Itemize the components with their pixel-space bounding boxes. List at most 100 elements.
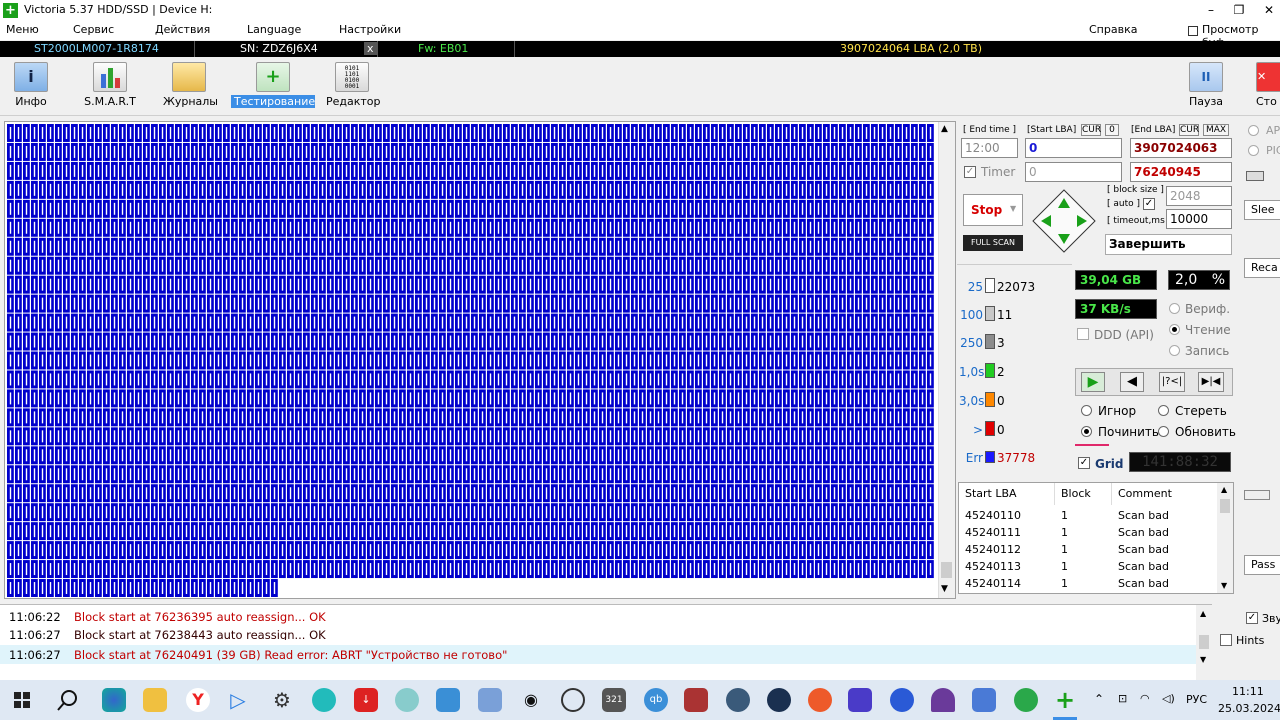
scan-block-error-mark bbox=[521, 221, 524, 234]
scan-block-error-mark bbox=[161, 525, 164, 538]
scan-block-error-mark bbox=[145, 468, 148, 481]
menu-main[interactable]: Меню bbox=[6, 23, 39, 36]
scan-block-error-mark bbox=[545, 487, 548, 500]
menu-help[interactable]: Справка bbox=[1089, 23, 1137, 36]
scan-block-error-mark bbox=[689, 297, 692, 310]
scan-block-error-mark bbox=[777, 127, 780, 139]
scan-block-error-mark bbox=[97, 259, 100, 272]
scan-block-error-mark bbox=[321, 354, 324, 367]
logs-button[interactable]: Журналы bbox=[163, 62, 218, 108]
scan-block-error-mark bbox=[809, 221, 812, 234]
scan-block-error-mark bbox=[633, 183, 636, 196]
scan-block-error-mark bbox=[633, 297, 636, 310]
scan-block-error-mark bbox=[929, 278, 932, 291]
scan-block-error-mark bbox=[153, 411, 156, 424]
scan-block-error-mark bbox=[761, 392, 764, 405]
scan-block-error-mark bbox=[833, 316, 836, 329]
scan-block-error-mark bbox=[841, 487, 844, 500]
scan-block-error-mark bbox=[209, 373, 212, 386]
scan-block-error-mark bbox=[497, 164, 500, 177]
scan-block-error-mark bbox=[337, 449, 340, 462]
scan-block-error-mark bbox=[265, 487, 268, 500]
scan-block-error-mark bbox=[609, 297, 612, 310]
scan-block-error-mark bbox=[121, 221, 124, 234]
scan-block-error-mark bbox=[41, 468, 44, 481]
scan-block-error-mark bbox=[329, 240, 332, 253]
scan-block-error-mark bbox=[281, 259, 284, 272]
scan-block-error-mark bbox=[161, 449, 164, 462]
drive-close-button[interactable]: x bbox=[364, 42, 377, 55]
scan-block-error-mark bbox=[633, 335, 636, 348]
scan-block-error-mark bbox=[657, 240, 660, 253]
scan-block-error-mark bbox=[329, 411, 332, 424]
scan-block-error-mark bbox=[233, 240, 236, 253]
scan-block-error-mark bbox=[833, 373, 836, 386]
scan-block-error-mark bbox=[825, 316, 828, 329]
scan-block-error-mark bbox=[385, 506, 388, 519]
scan-block-error-mark bbox=[217, 525, 220, 538]
scan-block-error-mark bbox=[249, 278, 252, 291]
scan-block-error-mark bbox=[721, 430, 724, 443]
scan-block-error-mark bbox=[905, 240, 908, 253]
scan-block-error-mark bbox=[361, 202, 364, 215]
scan-block-error-mark bbox=[193, 240, 196, 253]
scan-block-error-mark bbox=[809, 278, 812, 291]
stop-toolbar-button[interactable]: ✕ Сто bbox=[1256, 62, 1280, 108]
scan-block-error-mark bbox=[305, 183, 308, 196]
scan-block-error-mark bbox=[913, 164, 916, 177]
scan-block-error-mark bbox=[897, 240, 900, 253]
pause-button[interactable]: II Пауза bbox=[1186, 62, 1226, 108]
scan-block-error-mark bbox=[113, 127, 116, 139]
scan-block-error-mark bbox=[65, 240, 68, 253]
scan-block-error-mark bbox=[345, 335, 348, 348]
scan-block-error-mark bbox=[833, 430, 836, 443]
scan-block-error-mark bbox=[641, 259, 644, 272]
scan-block-error-mark bbox=[721, 127, 724, 139]
testing-button[interactable]: + Тестирование bbox=[231, 62, 315, 108]
scan-block-error-mark bbox=[209, 183, 212, 196]
scan-block-error-mark bbox=[225, 411, 228, 424]
scan-block-error-mark bbox=[833, 392, 836, 405]
scan-block-error-mark bbox=[825, 392, 828, 405]
scan-block-error-mark bbox=[201, 487, 204, 500]
scan-block-error-mark bbox=[705, 487, 708, 500]
close-button[interactable]: ✕ bbox=[1246, 0, 1280, 21]
scan-block-error-mark bbox=[889, 221, 892, 234]
scan-block-error-mark bbox=[561, 316, 564, 329]
scan-block-error-mark bbox=[321, 411, 324, 424]
scan-block-error-mark bbox=[33, 278, 36, 291]
menu-actions[interactable]: Действия bbox=[155, 23, 210, 36]
scan-block-error-mark bbox=[873, 183, 876, 196]
scan-block-error-mark bbox=[593, 468, 596, 481]
editor-button[interactable]: 0101 1101 0100 0001 Редактор bbox=[326, 62, 381, 108]
drive-model[interactable]: ST2000LM007-1R8174 bbox=[34, 42, 159, 55]
scan-block-error-mark bbox=[537, 449, 540, 462]
smart-button[interactable]: S.M.A.R.T bbox=[82, 62, 138, 108]
scan-block-error-mark bbox=[169, 373, 172, 386]
scan-block-error-mark bbox=[713, 354, 716, 367]
scan-block-error-mark bbox=[737, 468, 740, 481]
info-button[interactable]: i Инфо bbox=[10, 62, 52, 108]
scan-block-error-mark bbox=[913, 506, 916, 519]
menu-settings[interactable]: Настройки bbox=[339, 23, 401, 36]
scan-block-error-mark bbox=[345, 316, 348, 329]
scan-block-error-mark bbox=[241, 221, 244, 234]
scan-block-error-mark bbox=[329, 183, 332, 196]
scan-block-error-mark bbox=[905, 373, 908, 386]
scan-block-error-mark bbox=[177, 240, 180, 253]
scan-block-error-mark bbox=[17, 164, 20, 177]
scan-block-error-mark bbox=[601, 145, 604, 158]
scan-block-error-mark bbox=[913, 145, 916, 158]
scan-block-error-mark bbox=[97, 468, 100, 481]
scan-block-error-mark bbox=[169, 487, 172, 500]
menu-service[interactable]: Сервис bbox=[73, 23, 114, 36]
scan-block-error-mark bbox=[217, 145, 220, 158]
scan-block-error-mark bbox=[337, 127, 340, 139]
scan-block-error-mark bbox=[849, 449, 852, 462]
scan-block-error-mark bbox=[73, 145, 76, 158]
scan-block-error-mark bbox=[537, 430, 540, 443]
scan-block-error-mark bbox=[209, 411, 212, 424]
menu-language[interactable]: Language bbox=[247, 23, 301, 36]
scan-block-error-mark bbox=[585, 449, 588, 462]
scan-block-error-mark bbox=[697, 354, 700, 367]
